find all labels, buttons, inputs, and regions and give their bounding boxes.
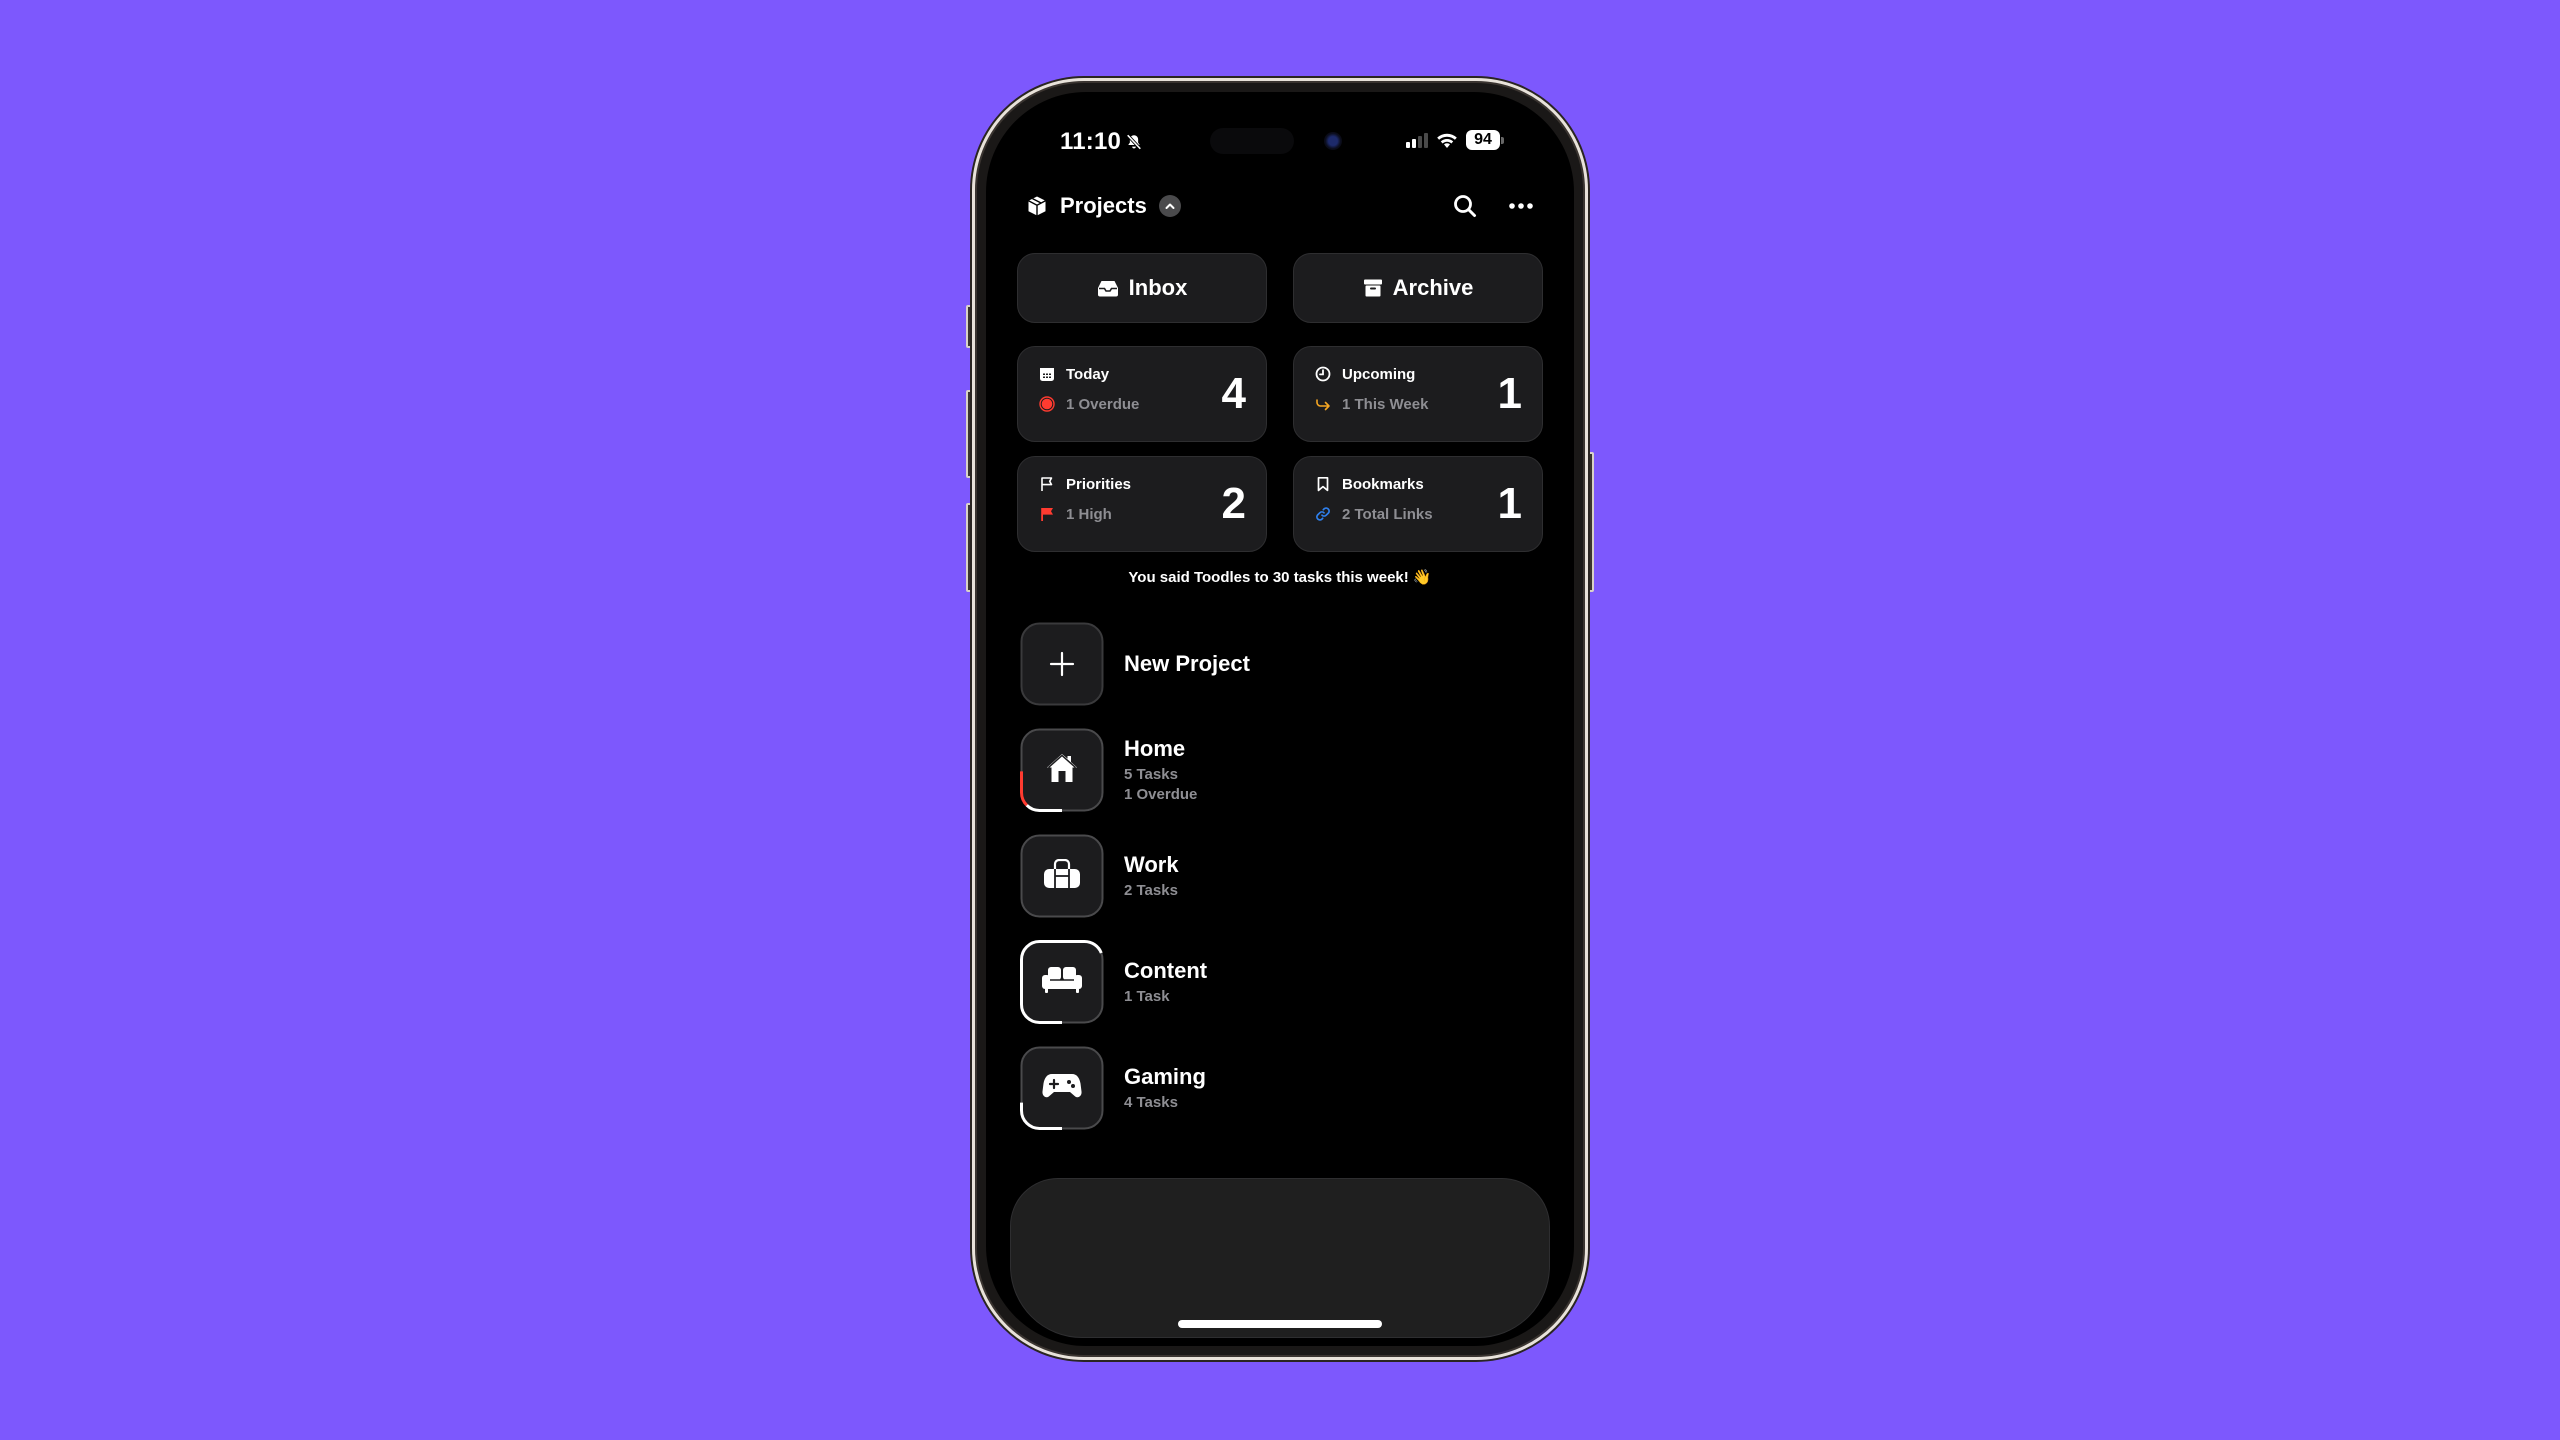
project-task-count: 5 Tasks (1124, 765, 1178, 783)
project-tile (1020, 940, 1104, 1024)
archive-label: Archive (1392, 275, 1474, 300)
bookmarks-subtitle: 2 Total Links (1342, 505, 1433, 523)
sofa-icon (1041, 965, 1083, 1000)
weekly-summary-message: You said Toodles to 30 tasks this week! … (1128, 569, 1432, 586)
project-tile (1020, 834, 1104, 918)
front-camera (1324, 132, 1342, 150)
priorities-card[interactable]: Priorities 1 High 2 (1017, 456, 1267, 552)
upcoming-card[interactable]: Upcoming 1 This Week 1 (1293, 346, 1543, 442)
project-tile (1020, 1046, 1104, 1130)
project-name: Gaming (1124, 1063, 1206, 1089)
project-switcher[interactable]: Projects (1026, 193, 1181, 219)
priorities-subtitle: 1 High (1066, 505, 1112, 523)
overdue-circle-icon (1038, 395, 1056, 413)
project-overdue-count: 1 Overdue (1124, 785, 1198, 803)
arrow-turn-right-icon (1314, 395, 1332, 413)
project-row-gaming[interactable]: Gaming 4 Tasks (1020, 1046, 1206, 1130)
link-icon (1314, 505, 1332, 523)
wifi-icon (1436, 131, 1458, 149)
upcoming-title: Upcoming (1342, 365, 1416, 383)
today-count: 4 (1221, 369, 1246, 418)
archive-box-icon (1363, 277, 1383, 299)
inbox-tray-icon (1097, 279, 1119, 297)
battery-cap (1501, 136, 1504, 144)
project-row-work[interactable]: Work 2 Tasks (1020, 834, 1179, 918)
home-indicator[interactable] (1178, 1320, 1382, 1328)
project-task-count: 4 Tasks (1124, 1093, 1178, 1111)
status-bar-time: 11:10 (1060, 128, 1143, 156)
ellipsis-icon[interactable] (1508, 197, 1534, 215)
project-task-count: 2 Tasks (1124, 881, 1178, 899)
bookmarks-card[interactable]: Bookmarks 2 Total Links 1 (1293, 456, 1543, 552)
briefcase-icon (1043, 858, 1081, 894)
today-title: Today (1066, 365, 1110, 383)
battery-percent: 94 (1466, 130, 1500, 150)
project-name: Content (1124, 957, 1208, 983)
flag-outline-icon (1038, 475, 1056, 493)
project-row-home[interactable]: Home 5 Tasks 1 Overdue (1020, 728, 1197, 812)
power-button (1587, 452, 1594, 592)
project-tile (1020, 728, 1104, 812)
house-icon (1045, 752, 1079, 789)
status-bar-indicators: 94 (1406, 130, 1504, 150)
project-name: Home (1124, 735, 1186, 761)
time-text: 11:10 (1060, 128, 1122, 155)
today-card[interactable]: Today 1 Overdue 4 (1017, 346, 1267, 442)
plus-icon (1049, 651, 1075, 677)
search-icon[interactable] (1452, 193, 1478, 219)
cellular-signal-icon (1406, 132, 1428, 148)
project-task-count: 1 Task (1124, 987, 1170, 1005)
archive-button[interactable]: Archive (1293, 253, 1543, 323)
new-project-tile (1020, 622, 1104, 706)
new-project-button[interactable]: New Project (1020, 622, 1250, 706)
header-bar: Projects (1026, 188, 1534, 224)
inbox-button[interactable]: Inbox (1017, 253, 1267, 323)
gamepad-icon (1042, 1072, 1082, 1105)
calendar-icon (1038, 365, 1056, 383)
bottom-sheet[interactable] (1010, 1178, 1550, 1338)
new-project-label: New Project (1124, 651, 1250, 676)
page-title: Projects (1060, 193, 1147, 218)
today-subtitle: 1 Overdue (1066, 395, 1140, 413)
clock-icon (1314, 365, 1332, 383)
project-row-content[interactable]: Content 1 Task (1020, 940, 1207, 1024)
battery-indicator: 94 (1466, 130, 1504, 150)
inbox-label: Inbox (1128, 275, 1188, 300)
flag-filled-icon (1038, 505, 1056, 523)
upcoming-subtitle: 1 This Week (1342, 395, 1429, 413)
bookmarks-title: Bookmarks (1342, 475, 1424, 493)
priorities-title: Priorities (1066, 475, 1132, 493)
bookmarks-count: 1 (1497, 479, 1522, 528)
bookmark-icon (1314, 475, 1332, 493)
project-name: Work (1124, 851, 1179, 877)
priorities-count: 2 (1221, 479, 1246, 528)
dynamic-island (1210, 128, 1294, 154)
shipping-box-icon (1026, 195, 1048, 217)
chevron-up-icon[interactable] (1158, 195, 1181, 217)
bell-slash-icon (1125, 133, 1143, 151)
phone-screen: 11:10 94 Projects Inbox Archive Today 1 … (986, 92, 1574, 1346)
upcoming-count: 1 (1497, 369, 1522, 418)
